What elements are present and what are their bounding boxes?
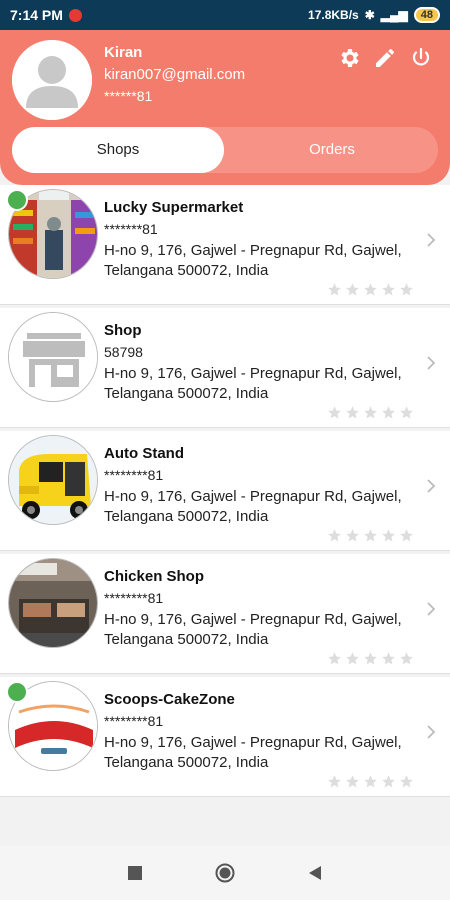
chevron-right-icon: [427, 356, 436, 370]
recents-button[interactable]: [125, 863, 145, 883]
signal-icon: ▂▄▆: [380, 8, 408, 22]
star-icon: [328, 775, 341, 788]
star-icon: [382, 283, 395, 296]
rating-stars: [327, 651, 414, 666]
shop-title: Shop: [104, 322, 142, 339]
rating-stars: [327, 528, 414, 543]
shop-image: [8, 312, 98, 402]
star-icon: [346, 652, 359, 665]
shop-card[interactable]: Auto Stand ********81 H-no 9, 176, Gajwe…: [0, 431, 450, 551]
profile-email: kiran007@gmail.com: [104, 66, 246, 83]
shop-address: H-no 9, 176, Gajwel - Pregnapur Rd, Gajw…: [104, 734, 402, 771]
shop-address: H-no 9, 176, Gajwel - Pregnapur Rd, Gajw…: [104, 242, 402, 279]
profile-phone: ******81: [104, 88, 153, 104]
star-icon: [364, 283, 377, 296]
star-icon: [328, 529, 341, 542]
star-icon: [346, 406, 359, 419]
status-bar: 7:14 PM 17.8KB/s ✱ ▂▄▆ 48: [0, 0, 450, 30]
storefront-icon: [9, 313, 97, 401]
star-icon: [364, 406, 377, 419]
star-icon: [346, 775, 359, 788]
shop-code: ********81: [104, 713, 164, 729]
star-icon: [400, 406, 413, 419]
profile-name: Kiran: [104, 44, 143, 61]
shop-code: ********81: [104, 467, 164, 483]
shop-code: *******81: [104, 221, 158, 237]
tab-orders[interactable]: Orders: [226, 127, 438, 173]
circle-icon: [215, 863, 235, 883]
shop-address: H-no 9, 176, Gajwel - Pregnapur Rd, Gajw…: [104, 611, 402, 648]
battery-icon: 48: [413, 7, 440, 23]
star-icon: [400, 529, 413, 542]
shop-title: Auto Stand: [104, 445, 184, 462]
star-icon: [382, 406, 395, 419]
shop-card[interactable]: Lucky Supermarket *******81 H-no 9, 176,…: [0, 185, 450, 305]
shop-address: H-no 9, 176, Gajwel - Pregnapur Rd, Gajw…: [104, 365, 402, 402]
shop-card[interactable]: Chicken Shop ********81 H-no 9, 176, Gaj…: [0, 554, 450, 674]
shop-title: Chicken Shop: [104, 568, 205, 585]
triangle-back-icon: [309, 866, 321, 880]
star-icon: [328, 406, 341, 419]
star-icon: [346, 283, 359, 296]
shop-title: Lucky Supermarket: [104, 199, 244, 216]
star-icon: [364, 652, 377, 665]
system-nav-bar: [0, 846, 450, 900]
chevron-right-icon: [427, 602, 436, 616]
star-icon: [382, 529, 395, 542]
gear-icon[interactable]: [336, 45, 362, 71]
shop-card[interactable]: Scoops-CakeZone ********81 H-no 9, 176, …: [0, 677, 450, 797]
star-icon: [346, 529, 359, 542]
square-icon: [128, 866, 142, 880]
star-icon: [400, 652, 413, 665]
shop-code: ********81: [104, 590, 164, 606]
star-icon: [400, 283, 413, 296]
shop-image: [8, 435, 98, 525]
tab-bar: Shops Orders: [12, 127, 438, 173]
star-icon: [328, 283, 341, 296]
star-icon: [364, 775, 377, 788]
star-icon: [400, 775, 413, 788]
online-indicator: [6, 681, 28, 703]
star-icon: [382, 775, 395, 788]
chevron-right-icon: [427, 725, 436, 739]
network-speed: 17.8KB/s: [308, 8, 359, 22]
shop-address: H-no 9, 176, Gajwel - Pregnapur Rd, Gajw…: [104, 488, 402, 525]
tab-shops[interactable]: Shops: [12, 127, 224, 173]
home-button[interactable]: [215, 863, 235, 883]
back-button[interactable]: [305, 863, 325, 883]
online-indicator: [6, 189, 28, 211]
shop-list: Lucky Supermarket *******81 H-no 9, 176,…: [0, 185, 450, 800]
shop-title: Scoops-CakeZone: [104, 691, 235, 708]
star-icon: [382, 652, 395, 665]
rating-stars: [327, 774, 414, 789]
shop-image: [8, 558, 98, 648]
star-icon: [328, 652, 341, 665]
chevron-right-icon: [427, 479, 436, 493]
avatar[interactable]: [12, 40, 92, 120]
clock: 7:14 PM: [10, 7, 63, 23]
bluetooth-icon: ✱: [364, 8, 375, 22]
power-icon[interactable]: [408, 45, 434, 71]
shop-card[interactable]: Shop 58798 H-no 9, 176, Gajwel - Pregnap…: [0, 308, 450, 428]
rating-stars: [327, 405, 414, 420]
pencil-icon[interactable]: [372, 45, 398, 71]
star-icon: [364, 529, 377, 542]
rating-stars: [327, 282, 414, 297]
person-icon: [12, 40, 92, 120]
shop-code: 58798: [104, 344, 143, 360]
chevron-right-icon: [427, 233, 436, 247]
profile-header: Kiran kiran007@gmail.com ******81 Shops …: [0, 30, 450, 185]
notification-app-icon: [68, 8, 82, 22]
